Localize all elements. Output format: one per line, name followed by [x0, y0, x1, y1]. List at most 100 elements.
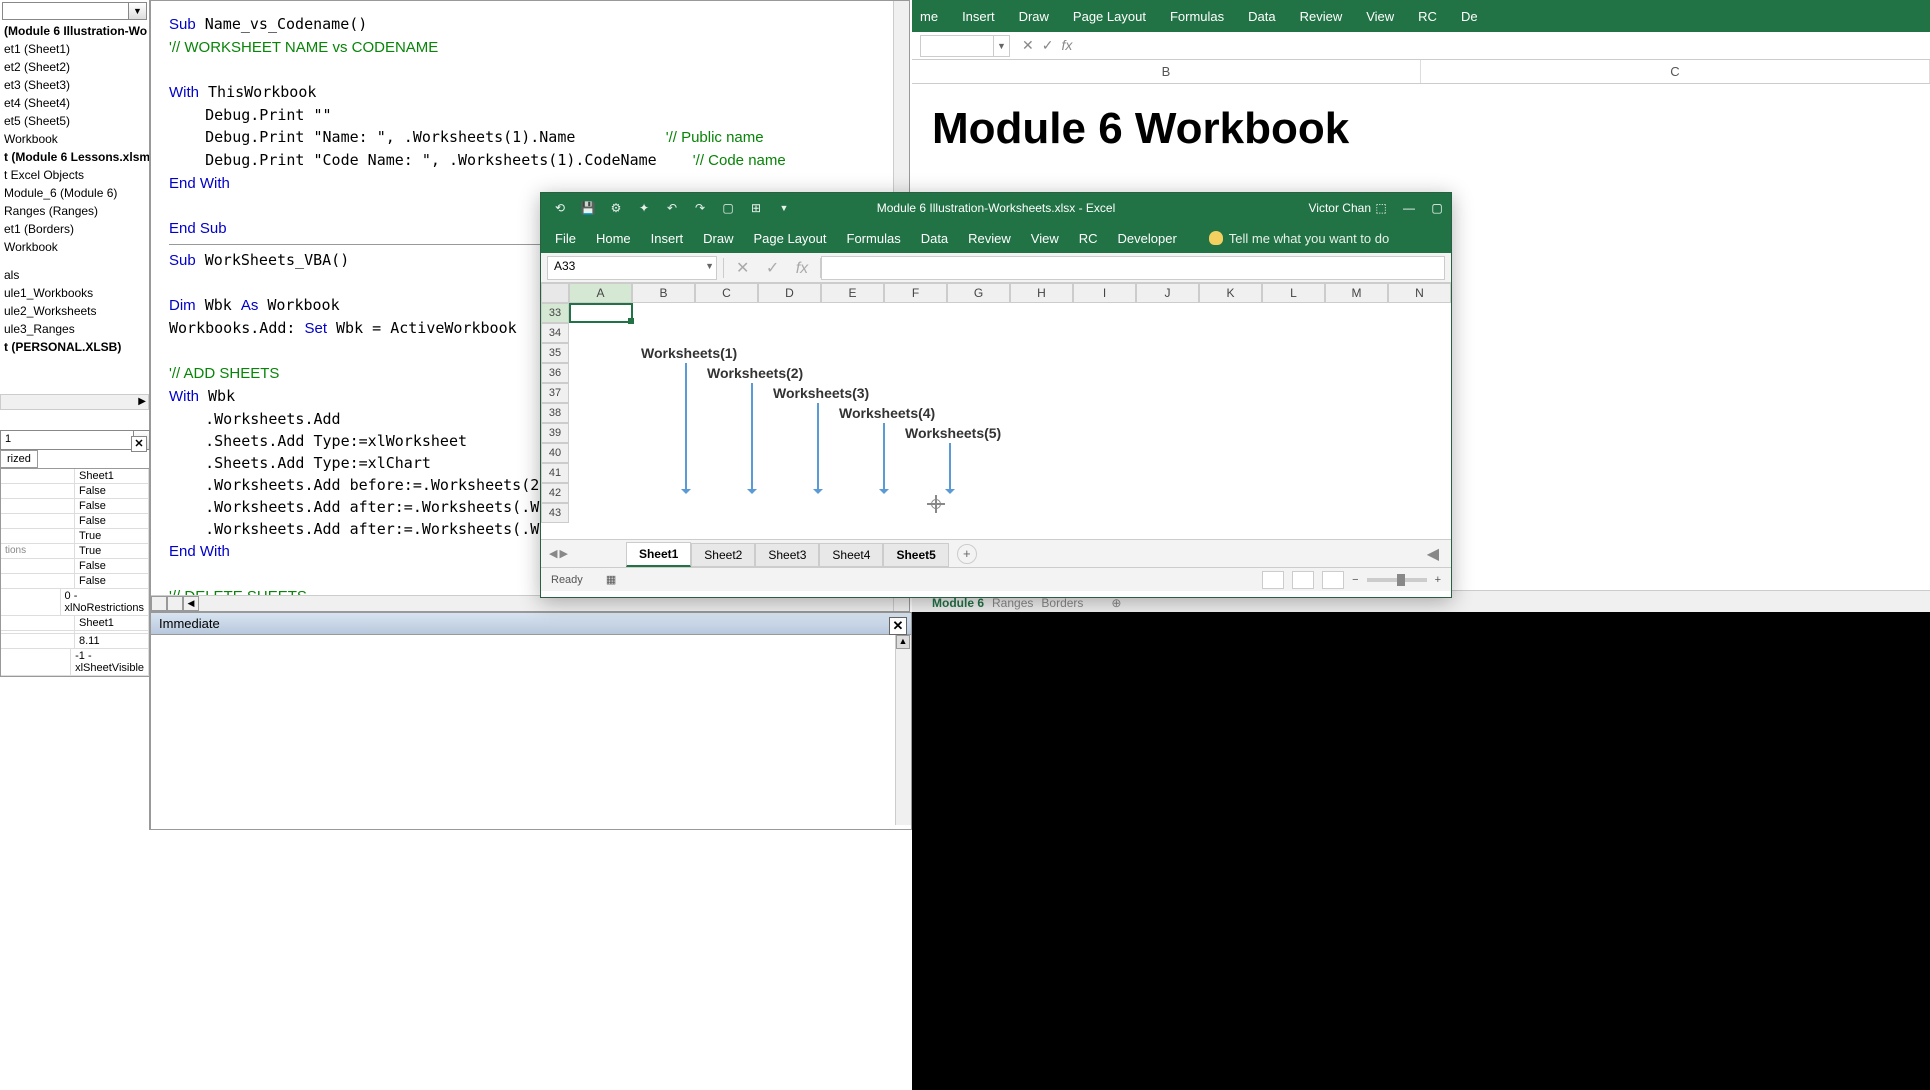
column-header[interactable]: A — [569, 283, 632, 303]
sheet-tab[interactable]: Sheet5 — [883, 543, 948, 567]
column-header[interactable]: C — [1421, 60, 1930, 83]
column-header[interactable]: H — [1010, 283, 1073, 303]
column-header[interactable]: E — [821, 283, 884, 303]
ribbon-tab[interactable]: me — [920, 9, 938, 24]
autosave-icon[interactable]: ⟲ — [551, 199, 569, 217]
pagebreak-view-icon[interactable] — [1322, 571, 1344, 589]
prop-value[interactable]: False — [75, 574, 149, 588]
qat-icon[interactable]: ✦ — [635, 199, 653, 217]
worksheet-grid[interactable]: A B C D E F G H I J K L M N 33 34 35 36 … — [541, 283, 1451, 539]
dropdown-arrow-icon[interactable]: ▼ — [993, 36, 1009, 56]
tree-item[interactable]: et1 (Borders) — [0, 220, 149, 238]
prop-value[interactable]: True — [75, 544, 149, 558]
add-sheet-icon[interactable]: + — [957, 544, 977, 564]
prop-value[interactable]: 8.11 — [75, 634, 149, 648]
ribbon-tab-file[interactable]: File — [555, 231, 576, 246]
column-header[interactable]: B — [632, 283, 695, 303]
immediate-titlebar[interactable]: Immediate ✕ — [151, 613, 911, 635]
prop-value[interactable] — [75, 631, 149, 633]
immediate-body[interactable]: ▲ — [151, 635, 911, 825]
prop-value[interactable]: True — [75, 529, 149, 543]
ribbon-tab[interactable]: De — [1461, 9, 1478, 24]
ribbon-tab[interactable]: Insert — [962, 9, 995, 24]
prop-value[interactable]: Sheet1 — [75, 469, 149, 483]
tab-nav-next-icon[interactable]: ▶ — [559, 547, 567, 560]
macro-record-icon[interactable]: ▦ — [606, 574, 616, 586]
tree-item[interactable]: Workbook — [0, 238, 149, 256]
ribbon-tab-home[interactable]: Home — [596, 231, 631, 246]
qat-icon[interactable]: ⚙ — [607, 199, 625, 217]
ribbon-tab-draw[interactable]: Draw — [703, 231, 733, 246]
properties-object-selector[interactable]: 1 ▼ — [0, 430, 150, 450]
ribbon-tab[interactable]: Review — [1300, 9, 1343, 24]
user-name[interactable]: Victor Chan — [1309, 201, 1371, 215]
tree-item[interactable]: ule2_Worksheets — [0, 302, 149, 320]
scroll-up-icon[interactable]: ▲ — [896, 635, 910, 649]
row-header[interactable]: 33 — [541, 303, 569, 323]
row-header[interactable]: 43 — [541, 503, 569, 523]
name-box[interactable]: A33 ▼ — [547, 256, 717, 280]
tree-project[interactable]: t (Module 6 Lessons.xlsm) — [0, 148, 149, 166]
enter-icon[interactable]: ✓ — [766, 260, 779, 277]
properties-tab[interactable]: rized — [0, 450, 38, 468]
column-header[interactable]: N — [1388, 283, 1451, 303]
zoom-slider[interactable] — [1367, 578, 1427, 582]
sheet-tab[interactable]: Sheet3 — [755, 543, 819, 567]
column-header[interactable]: L — [1262, 283, 1325, 303]
row-header[interactable]: 35 — [541, 343, 569, 363]
sheet-tab[interactable]: Sheet4 — [819, 543, 883, 567]
scroll-left-icon[interactable]: ◀ — [183, 596, 199, 611]
sheet-tab[interactable]: Sheet2 — [691, 543, 755, 567]
column-header[interactable]: D — [758, 283, 821, 303]
redo-icon[interactable]: ↷ — [691, 199, 709, 217]
column-header[interactable]: G — [947, 283, 1010, 303]
maximize-icon[interactable]: ▢ — [1423, 193, 1451, 223]
normal-view-icon[interactable] — [1262, 571, 1284, 589]
prop-value[interactable]: False — [75, 514, 149, 528]
dropdown-arrow-icon[interactable]: ▼ — [128, 3, 146, 19]
prop-value[interactable]: -1 - xlSheetVisible — [71, 649, 149, 675]
tree-item[interactable]: Ranges (Ranges) — [0, 202, 149, 220]
tree-item[interactable]: et1 (Sheet1) — [0, 40, 149, 58]
zoom-in-icon[interactable]: + — [1435, 574, 1441, 586]
ribbon-tab-review[interactable]: Review — [968, 231, 1011, 246]
view-procedure-icon[interactable] — [151, 596, 167, 611]
tree-item[interactable]: et3 (Sheet3) — [0, 76, 149, 94]
tree-item[interactable]: t Excel Objects — [0, 166, 149, 184]
tree-item[interactable]: et2 (Sheet2) — [0, 58, 149, 76]
close-icon[interactable]: ✕ — [131, 436, 147, 452]
cancel-icon[interactable]: ✕ — [736, 260, 749, 277]
ribbon-tab[interactable]: Formulas — [1170, 9, 1224, 24]
column-header[interactable]: C — [695, 283, 758, 303]
active-cell[interactable] — [569, 303, 633, 323]
tree-item[interactable]: als — [0, 266, 149, 284]
column-header[interactable]: B — [912, 60, 1421, 83]
immediate-scrollbar[interactable]: ▲ — [895, 635, 911, 825]
cells-area[interactable]: Worksheets(1) Worksheets(2) Worksheets(3… — [569, 303, 1451, 539]
minimize-icon[interactable]: — — [1395, 193, 1423, 223]
row-header[interactable]: 41 — [541, 463, 569, 483]
close-icon[interactable]: ✕ — [889, 617, 907, 635]
ribbon-tab-rc[interactable]: RC — [1079, 231, 1098, 246]
ribbon-tab-data[interactable]: Data — [921, 231, 948, 246]
column-header[interactable]: I — [1073, 283, 1136, 303]
ribbon-tab[interactable]: Data — [1248, 9, 1275, 24]
ribbon-tab-formulas[interactable]: Formulas — [847, 231, 901, 246]
tree-item[interactable]: ule1_Workbooks — [0, 284, 149, 302]
column-header[interactable]: K — [1199, 283, 1262, 303]
prop-value[interactable]: 0 - xlNoRestrictions — [61, 589, 149, 615]
pagelayout-view-icon[interactable] — [1292, 571, 1314, 589]
column-header[interactable]: J — [1136, 283, 1199, 303]
ribbon-tab[interactable]: Page Layout — [1073, 9, 1146, 24]
row-header[interactable]: 36 — [541, 363, 569, 383]
ribbon-tab-insert[interactable]: Insert — [651, 231, 684, 246]
tree-project[interactable]: (Module 6 Illustration-Wo — [0, 22, 149, 40]
prop-value[interactable]: False — [75, 484, 149, 498]
ribbon-tab-pagelayout[interactable]: Page Layout — [754, 231, 827, 246]
sheet-tab[interactable]: Sheet1 — [626, 542, 691, 567]
row-header[interactable]: 42 — [541, 483, 569, 503]
ribbon-options-icon[interactable]: ⬚ — [1367, 193, 1395, 223]
formula-input[interactable] — [821, 256, 1445, 280]
fill-handle[interactable] — [628, 318, 634, 324]
column-header[interactable]: M — [1325, 283, 1388, 303]
